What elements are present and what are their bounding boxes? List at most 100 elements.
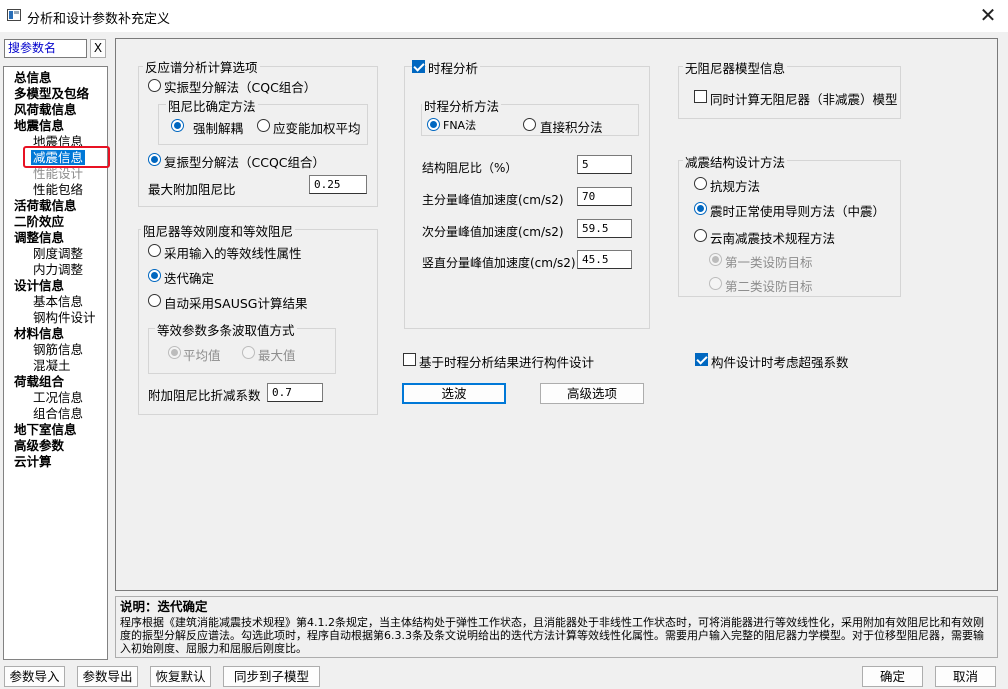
design-method-title: 减震结构设计方法 (683, 152, 788, 171)
main-accel-input[interactable]: 70 (577, 187, 632, 206)
first-target-label: 第一类设防目标 (725, 255, 813, 270)
sub-accel-input[interactable]: 59.5 (577, 219, 632, 238)
max-damping-input[interactable]: 0.25 (309, 175, 367, 194)
nav-item[interactable]: 高级参数 (14, 438, 64, 453)
equiv-group-title: 阻尼器等效刚度和等效阻尼 (141, 221, 296, 240)
real-mode-radio[interactable] (148, 79, 161, 92)
direct-radio[interactable] (523, 118, 536, 131)
nav-item[interactable]: 设计信息 (14, 278, 64, 293)
nav-item[interactable]: 总信息 (14, 70, 52, 85)
reduction-label: 附加阻尼比折减系数 (148, 388, 261, 403)
maximum-radio[interactable] (242, 346, 255, 359)
simultaneous-label: 同时计算无阻尼器（非减震）模型 (710, 92, 898, 107)
th-design-label: 基于时程分析结果进行构件设计 (419, 355, 595, 370)
nav-item[interactable]: 调整信息 (14, 230, 64, 245)
nav-item[interactable]: 性能包络 (33, 182, 83, 197)
over-strength-label: 构件设计时考虑超强系数 (711, 355, 849, 370)
nav-item[interactable]: 刚度调整 (33, 246, 83, 261)
code-method-label: 抗规方法 (710, 179, 761, 194)
th-method-title: 时程分析方法 (422, 96, 502, 115)
close-icon[interactable]: ✕ (968, 0, 1008, 32)
real-mode-label: 实振型分解法（CQC组合） (164, 80, 317, 95)
nav-item[interactable]: 荷载组合 (14, 374, 64, 389)
yunnan-method-radio[interactable] (694, 229, 707, 242)
nav-item[interactable]: 内力调整 (33, 262, 83, 277)
nav-item[interactable]: 地下室信息 (14, 422, 77, 437)
select-wave-button[interactable]: 选波 (402, 383, 506, 404)
nav-item[interactable]: 基本信息 (33, 294, 83, 309)
strain-energy-label: 应变能加权平均 (273, 121, 361, 136)
code-method-radio[interactable] (694, 177, 707, 190)
reduction-input[interactable]: 0.7 (267, 383, 323, 402)
sausg-radio[interactable] (148, 294, 161, 307)
second-target-label: 第二类设防目标 (725, 279, 813, 294)
description-text: 程序根据《建筑消能减震技术规程》第4.1.2条规定，当主体结构处于弹性工作状态，… (120, 616, 984, 655)
complex-mode-label: 复振型分解法（CCQC组合） (164, 155, 326, 170)
nav-item[interactable]: 材料信息 (14, 326, 64, 341)
forced-decouple-radio[interactable] (171, 119, 184, 132)
nav-item[interactable]: 云计算 (14, 454, 52, 469)
nav-item[interactable]: 地震信息 (14, 118, 64, 133)
multi-wave-title: 等效参数多条波取值方式 (155, 320, 297, 339)
th-damping-input[interactable]: 5 (577, 155, 632, 174)
nav-item[interactable]: 钢构件设计 (33, 310, 96, 325)
guide-method-radio[interactable] (694, 202, 707, 215)
sub-accel-label: 次分量峰值加速度(cm/s2) (422, 225, 564, 239)
timehistory-checkbox[interactable] (412, 60, 425, 73)
yunnan-method-label: 云南减震技术规程方法 (710, 231, 836, 246)
second-target-radio[interactable] (709, 277, 722, 290)
strain-energy-radio[interactable] (257, 119, 270, 132)
vert-accel-label: 竖直分量峰值加速度(cm/s2) (422, 256, 576, 270)
use-input-radio[interactable] (148, 244, 161, 257)
ok-button[interactable]: 确定 (862, 666, 923, 687)
main-panel: 反应谱分析计算选项 实振型分解法（CQC组合） 阻尼比确定方法 强制解耦 应变能… (115, 38, 998, 591)
export-button[interactable]: 参数导出 (77, 666, 138, 687)
sync-submodel-button[interactable]: 同步到子模型 (223, 666, 320, 687)
sausg-label: 自动采用SAUSG计算结果 (164, 296, 308, 311)
window-title: 分析和设计参数补充定义 (27, 12, 171, 27)
nav-item[interactable]: 二阶效应 (14, 214, 64, 229)
nav-item[interactable]: 多模型及包络 (14, 86, 89, 101)
average-radio[interactable] (168, 346, 181, 359)
simultaneous-checkbox[interactable] (694, 90, 707, 103)
iterative-radio[interactable] (148, 269, 161, 282)
search-input[interactable]: 搜参数名 (4, 39, 87, 58)
th-damping-label: 结构阻尼比（%） (422, 161, 518, 175)
highlight-box (23, 146, 110, 168)
import-button[interactable]: 参数导入 (4, 666, 65, 687)
direct-label: 直接积分法 (540, 120, 603, 135)
description-title: 说明：迭代确定 (120, 599, 208, 614)
restore-default-button[interactable]: 恢复默认 (150, 666, 211, 687)
cancel-button[interactable]: 取消 (935, 666, 996, 687)
vert-accel-input[interactable]: 45.5 (577, 250, 632, 269)
max-damping-label: 最大附加阻尼比 (148, 182, 236, 197)
guide-method-label: 震时正常使用导则方法（中震） (710, 204, 886, 219)
first-target-radio[interactable] (709, 253, 722, 266)
app-icon (7, 9, 21, 21)
th-design-checkbox[interactable] (403, 353, 416, 366)
nav-item[interactable]: 钢筋信息 (33, 342, 83, 357)
no-damper-title: 无阻尼器模型信息 (683, 58, 788, 77)
nav-item[interactable]: 工况信息 (33, 390, 83, 405)
nav-item[interactable]: 活荷载信息 (14, 198, 77, 213)
nav-item[interactable]: 风荷载信息 (14, 102, 77, 117)
search-clear-button[interactable]: X (90, 39, 106, 58)
nav-item[interactable]: 性能设计 (33, 166, 83, 181)
maximum-label: 最大值 (258, 348, 296, 363)
average-label: 平均值 (183, 348, 221, 363)
fna-radio[interactable] (427, 118, 440, 131)
complex-mode-radio[interactable] (148, 153, 161, 166)
advanced-options-button[interactable]: 高级选项 (540, 383, 644, 404)
forced-decouple-label: 强制解耦 (193, 121, 244, 136)
timehistory-label: 时程分析 (426, 58, 481, 77)
spectrum-group-title: 反应谱分析计算选项 (143, 57, 260, 76)
description-panel: 说明：迭代确定 程序根据《建筑消能减震技术规程》第4.1.2条规定，当主体结构处… (115, 596, 998, 658)
use-input-label: 采用输入的等效线性属性 (164, 246, 302, 261)
damping-method-title: 阻尼比确定方法 (166, 96, 258, 115)
fna-label: FNA法 (443, 119, 477, 132)
nav-item[interactable]: 混凝土 (33, 358, 71, 373)
iterative-label: 迭代确定 (164, 271, 215, 286)
nav-item[interactable]: 组合信息 (33, 406, 83, 421)
over-strength-checkbox[interactable] (695, 353, 708, 366)
main-accel-label: 主分量峰值加速度(cm/s2) (422, 193, 564, 207)
